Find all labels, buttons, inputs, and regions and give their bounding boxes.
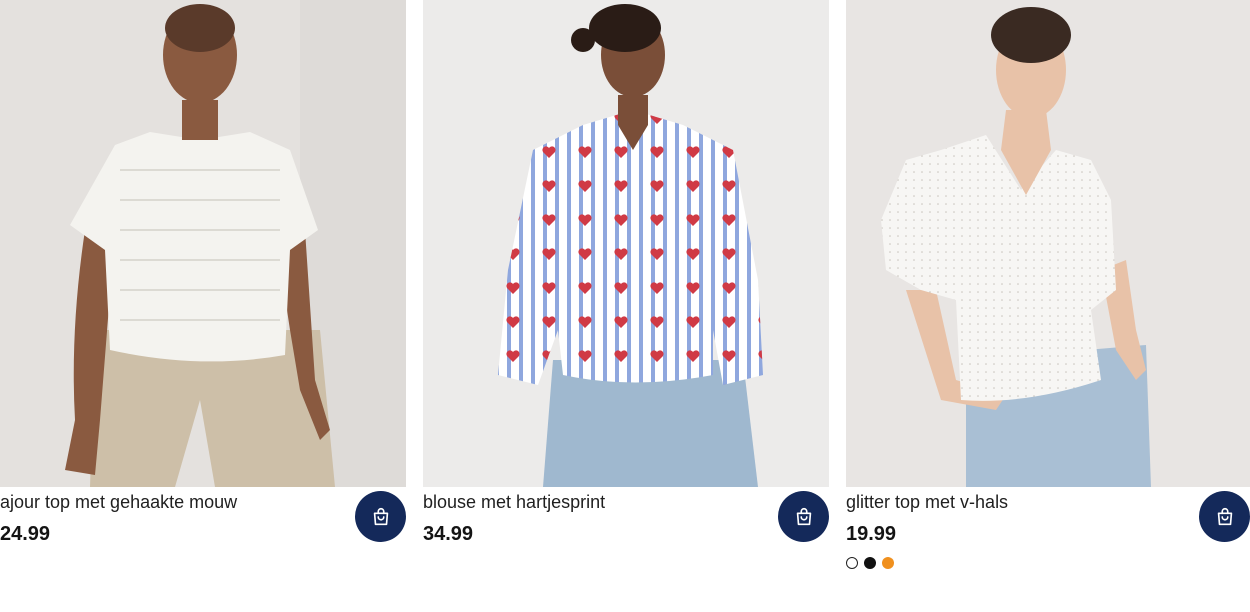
color-swatch-black[interactable] bbox=[864, 557, 876, 569]
add-to-cart-button[interactable] bbox=[778, 491, 829, 542]
add-to-cart-button[interactable] bbox=[355, 491, 406, 542]
product-name[interactable]: glitter top met v-hals bbox=[846, 490, 1008, 514]
color-swatch-white[interactable] bbox=[846, 557, 858, 569]
color-swatch-orange[interactable] bbox=[882, 557, 894, 569]
shopping-bag-icon bbox=[373, 507, 388, 525]
product-card[interactable]: blouse met hartjesprint 34.99 bbox=[423, 0, 829, 612]
add-to-cart-button[interactable] bbox=[1199, 491, 1250, 542]
product-name[interactable]: blouse met hartjesprint bbox=[423, 490, 605, 514]
product-image[interactable] bbox=[423, 0, 829, 487]
product-image[interactable] bbox=[0, 0, 406, 487]
product-price: 24.99 bbox=[0, 523, 51, 545]
product-card[interactable]: ajour top met gehaakte mouw 24.99 bbox=[0, 0, 406, 612]
product-image[interactable] bbox=[846, 0, 1250, 487]
shopping-bag-icon bbox=[1217, 507, 1232, 525]
product-price: 34.99 bbox=[423, 523, 474, 545]
color-swatches bbox=[846, 557, 894, 569]
product-price: 19.99 bbox=[846, 523, 897, 545]
shopping-bag-icon bbox=[796, 507, 811, 525]
product-grid: ajour top met gehaakte mouw 24.99 blouse… bbox=[0, 0, 1250, 612]
product-name[interactable]: ajour top met gehaakte mouw bbox=[0, 490, 237, 514]
product-card[interactable]: glitter top met v-hals 19.99 bbox=[846, 0, 1250, 612]
